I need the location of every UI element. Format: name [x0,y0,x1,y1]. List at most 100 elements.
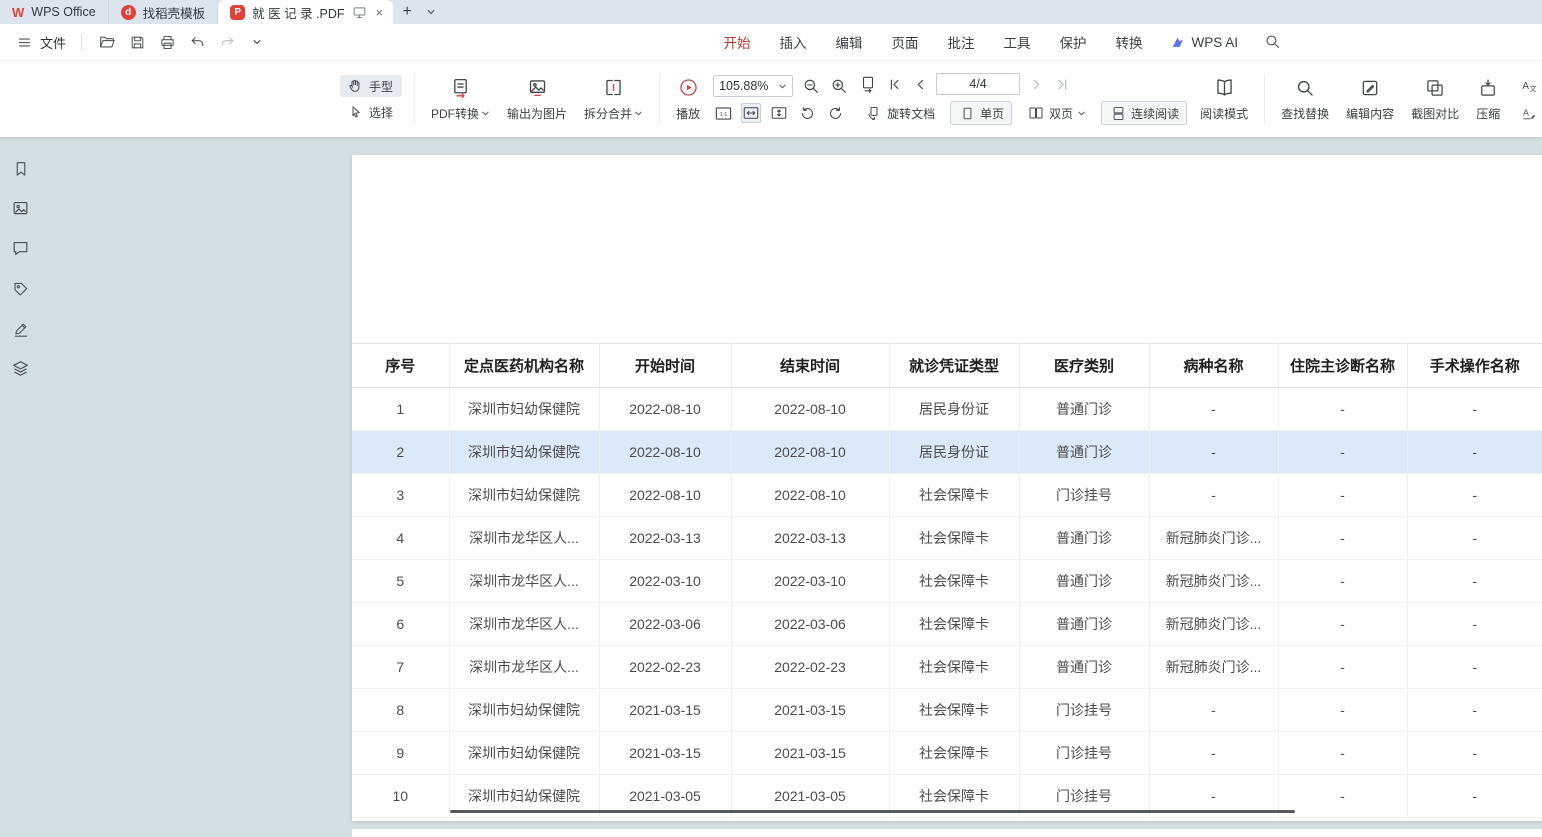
zoom-level-select[interactable]: 105.88% [713,75,793,97]
new-tab-button[interactable]: + [393,0,421,24]
next-page-button[interactable] [1026,74,1046,94]
split-merge-icon [603,77,625,99]
translate-cluster: A文 全文翻译 A 划词翻译 [1513,74,1542,124]
undo-history-chevron-icon[interactable] [247,32,267,52]
table-cell: 2022-02-23 [731,646,889,689]
undo-icon[interactable] [187,32,207,52]
menu-tab-page[interactable]: 页面 [891,32,918,52]
rotate-document-button[interactable]: 旋转文档 [858,102,942,124]
menu-tab-tools[interactable]: 工具 [1003,32,1030,52]
select-tool-button[interactable]: 选择 [340,101,402,123]
chevron-down-icon [481,109,490,118]
close-tab-icon[interactable]: × [374,5,386,20]
navigation-side-panel [10,158,31,379]
window-tab-bar: W WPS Office d 找稻壳模板 P 就 医 记 录 .PDF × + [0,0,1542,24]
single-page-button[interactable]: 单页 [950,101,1012,125]
redo-icon[interactable] [217,32,237,52]
full-text-translate-button[interactable]: A文 全文翻译 [1513,74,1542,96]
save-icon[interactable] [127,32,147,52]
single-page-label: 单页 [980,105,1004,122]
separator [414,74,415,124]
fit-width-button[interactable] [741,103,761,123]
open-folder-icon[interactable] [97,32,117,52]
pdf-convert-button[interactable]: PDF转换 [427,77,494,122]
tab-docer-templates[interactable]: d 找稻壳模板 [109,0,219,24]
comment-icon[interactable] [10,238,31,259]
print-icon[interactable] [157,32,177,52]
continuous-reading-button[interactable]: 连续阅读 [1101,101,1187,125]
column-header: 定点医药机构名称 [449,344,599,388]
edit-content-button[interactable]: 编辑内容 [1342,77,1398,122]
signature-pen-icon[interactable] [10,318,31,339]
table-cell: 社会保障卡 [889,689,1019,732]
menu-tab-comment[interactable]: 批注 [947,32,974,52]
tab-label: 找稻壳模板 [143,3,206,22]
monitor-icon[interactable] [352,5,367,20]
hand-tool-label: 手型 [369,78,393,95]
pdf-convert-icon [450,77,472,99]
menu-tab-convert[interactable]: 转换 [1115,32,1142,52]
table-cell: 2022-03-06 [599,603,731,646]
menu-tab-protect[interactable]: 保护 [1059,32,1086,52]
menu-tab-edit[interactable]: 编辑 [835,32,862,52]
table-cell: - [1278,689,1407,732]
play-button[interactable]: 播放 [672,77,704,122]
table-cell: 社会保障卡 [889,560,1019,603]
table-cell: - [1278,646,1407,689]
hand-tool-button[interactable]: 手型 [340,75,402,97]
reading-mode-button[interactable]: 阅读模式 [1196,77,1252,122]
word-translate-button[interactable]: A 划词翻译 [1513,102,1542,124]
jump-page-icon[interactable] [858,74,878,94]
table-cell: 普通门诊 [1019,517,1149,560]
menu-tab-wps-ai[interactable]: WPS AI [1171,35,1238,50]
thumbnail-icon[interactable] [10,198,31,219]
fit-page-button[interactable] [769,103,789,123]
double-page-button[interactable]: 双页 [1020,102,1093,124]
zoom-out-button[interactable] [801,76,821,96]
find-replace-button[interactable]: 查找替换 [1277,77,1333,122]
first-page-button[interactable] [884,74,904,94]
zoom-in-button[interactable] [829,76,849,96]
table-cell: - [1407,431,1542,474]
rotate-right-icon[interactable] [825,103,845,123]
table-row: 8深圳市妇幼保健院2021-03-152021-03-15社会保障卡门诊挂号--… [352,689,1542,732]
layers-icon[interactable] [10,358,31,379]
bookmark-icon[interactable] [10,158,31,179]
compress-button[interactable]: 压缩 [1472,77,1504,122]
table-cell: - [1278,388,1407,431]
last-page-button[interactable] [1052,74,1072,94]
table-cell: - [1407,646,1542,689]
tab-document-pdf[interactable]: P 就 医 记 录 .PDF × [218,0,393,24]
menu-bar: 文件 开始 插入 [0,24,1542,60]
export-as-image-button[interactable]: 输出为图片 [503,77,571,122]
tag-icon[interactable] [10,278,31,299]
table-cell: 深圳市龙华区人... [449,517,599,560]
table-cell: 深圳市妇幼保健院 [449,732,599,775]
tab-wps-office[interactable]: W WPS Office [0,0,109,24]
separator [81,34,82,50]
screenshot-compare-button[interactable]: 截图对比 [1407,77,1463,122]
table-cell: - [1149,388,1278,431]
wps-ai-label: WPS AI [1191,35,1238,50]
previous-page-button[interactable] [910,74,930,94]
menu-tab-home[interactable]: 开始 [723,32,750,52]
search-icon[interactable] [1264,33,1282,51]
wps-ai-logo-icon [1171,35,1186,50]
page-number-indicator[interactable]: 4/4 [936,73,1020,95]
screenshot-compare-label: 截图对比 [1411,105,1459,122]
actual-size-button[interactable]: 1:1 [713,103,733,123]
table-row: 2深圳市妇幼保健院2022-08-102022-08-10居民身份证普通门诊--… [352,431,1542,474]
split-merge-button[interactable]: 拆分合并 [580,77,647,122]
pdf-page-canvas[interactable]: 序号定点医药机构名称开始时间结束时间就诊凭证类型医疗类别病种名称住院主诊断名称手… [352,155,1542,821]
tab-list-chevron-icon[interactable] [421,0,441,24]
records-table: 序号定点医药机构名称开始时间结束时间就诊凭证类型医疗类别病种名称住院主诊断名称手… [352,343,1542,818]
table-cell: 深圳市妇幼保健院 [449,474,599,517]
rotate-left-icon[interactable] [797,103,817,123]
file-menu-button[interactable]: 文件 [14,32,66,52]
table-cell: 深圳市妇幼保健院 [449,431,599,474]
table-row: 6深圳市龙华区人...2022-03-062022-03-06社会保障卡普通门诊… [352,603,1542,646]
table-cell: 社会保障卡 [889,474,1019,517]
column-header: 就诊凭证类型 [889,344,1019,388]
menu-tab-insert[interactable]: 插入 [779,32,806,52]
table-cell: 门诊挂号 [1019,474,1149,517]
